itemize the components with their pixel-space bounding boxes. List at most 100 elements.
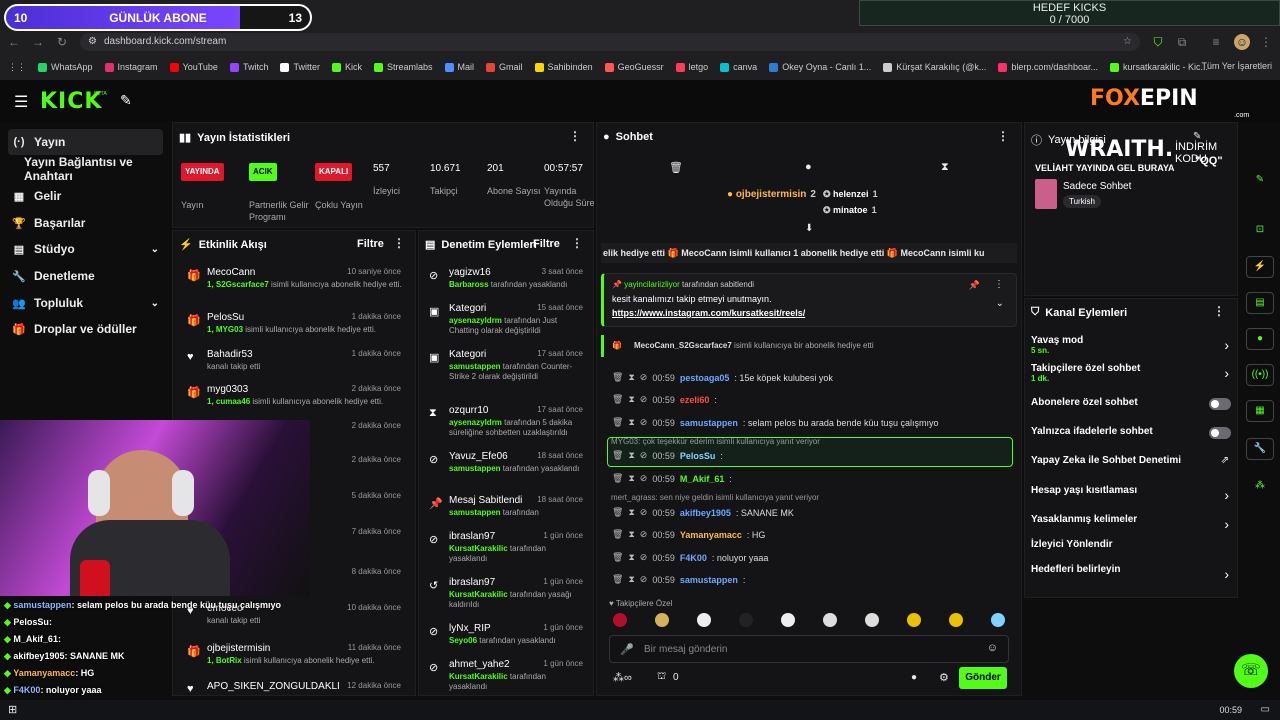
moderation-filter-button[interactable]: Filtre	[533, 238, 560, 250]
chevron-right-icon[interactable]: ›	[1224, 337, 1229, 353]
chat-username[interactable]: ezeli60	[680, 395, 710, 405]
emote-icon[interactable]	[991, 613, 1005, 627]
chevron-down-icon[interactable]: ⬇	[805, 223, 813, 234]
edit-icon[interactable]: ✎	[1246, 170, 1274, 192]
emote-icon[interactable]	[739, 613, 753, 627]
site-info-icon[interactable]: ⚙	[88, 33, 97, 51]
sidebar-item-stream-key[interactable]: Yayın Bağlantısı ve Anahtarı	[8, 155, 163, 183]
channel-actions-more-icon[interactable]: ⋮	[1213, 304, 1225, 318]
language-tag[interactable]: Turkish	[1063, 195, 1101, 208]
chevron-down-icon[interactable]: ⌄	[151, 244, 159, 255]
bookmark-item[interactable]: Kürşat Karakılıç (@k...	[883, 62, 986, 72]
share-icon[interactable]: ⁂	[1246, 476, 1274, 498]
chevron-right-icon[interactable]: ›	[1224, 365, 1229, 381]
chevron-down-icon[interactable]: ⌄	[151, 298, 159, 309]
reload-icon[interactable]: ↻	[54, 34, 70, 50]
chat-username[interactable]: samustappen	[680, 575, 738, 585]
sidebar-item-studio[interactable]: ▤ Stüdyo ⌄	[8, 236, 163, 262]
channel-action-item[interactable]: Takipçilere özel sohbet 1 dk. ›	[1031, 363, 1231, 387]
hamburger-menu-icon[interactable]: ☰	[14, 92, 28, 112]
chat-username[interactable]: PelosSu	[680, 451, 716, 461]
sidebar-item-drops[interactable]: 🎁 Droplar ve ödüller	[8, 316, 163, 342]
bookmark-item[interactable]: Mail	[444, 62, 474, 72]
chat-message[interactable]: 🗑 ⧗ ⊘ 00:59 samustappen:	[612, 574, 745, 585]
back-icon[interactable]: ←	[6, 34, 22, 50]
screenshot-icon[interactable]: ⊡	[1246, 220, 1274, 242]
chat-message[interactable]: 🗑 ⧗ ⊘ 00:59 samustappen: selam pelos bu arad…	[612, 417, 939, 428]
delete-msg-icon[interactable]: 🗑	[612, 574, 623, 585]
chevron-right-icon[interactable]: ›	[1224, 566, 1229, 582]
mic-icon[interactable]: 🎤	[620, 643, 634, 656]
chat-username[interactable]: Yamanyamacc	[680, 530, 742, 540]
chat-settings-bubble-icon[interactable]: ●	[911, 672, 917, 683]
chat-username[interactable]: samustappen	[680, 418, 738, 428]
chat-message[interactable]: 🗑 ⧗ ⊘ 00:59 PelosSu:	[612, 450, 723, 461]
bookmark-item[interactable]: GeoGuessr	[604, 62, 664, 72]
timeout-icon[interactable]: ⧗	[628, 394, 634, 405]
bookmark-item[interactable]: kursatkarakilic - Kic...	[1109, 62, 1208, 72]
ban-icon[interactable]: ⊘	[640, 394, 648, 405]
delete-msg-icon[interactable]: 🗑	[612, 394, 623, 405]
bookmark-item[interactable]: Streamlabs	[373, 62, 433, 72]
forward-icon[interactable]: →	[30, 34, 46, 50]
delete-msg-icon[interactable]: 🗑	[612, 372, 623, 383]
bookmark-item[interactable]: Sahibinden	[534, 62, 593, 72]
send-button[interactable]: Gönder	[959, 667, 1007, 689]
emote-icon[interactable]	[655, 613, 669, 627]
bookmark-item[interactable]: YouTube	[169, 62, 218, 72]
ban-icon[interactable]: ⊘	[640, 507, 648, 518]
emote-icon[interactable]	[949, 613, 963, 627]
chat-message[interactable]: 🗑 ⧗ ⊘ 00:59 akifbey1905: SANANE MK	[612, 507, 794, 518]
ban-icon[interactable]: ⊘	[640, 529, 648, 540]
emote-icon[interactable]	[697, 613, 711, 627]
trash-icon[interactable]: 🗑	[669, 161, 683, 174]
activity-more-icon[interactable]: ⋮	[393, 236, 405, 250]
sidebar-item-stream[interactable]: (·) Yayın	[8, 129, 163, 155]
chat-username[interactable]: M_Akif_61	[680, 474, 725, 484]
top-gifter[interactable]: ✪ helenzei 1	[823, 189, 878, 200]
channel-action-item[interactable]: Yasaklanmış kelimeler ›	[1031, 514, 1231, 538]
lightning-icon[interactable]: ⚡	[1246, 256, 1274, 278]
pin-icon[interactable]: ✎	[120, 92, 132, 109]
bookmark-item[interactable]: Twitch	[229, 62, 268, 72]
activity-filter-button[interactable]: Filtre	[357, 238, 384, 250]
kicks-icon[interactable]: ⛫	[657, 671, 666, 684]
notes-icon[interactable]: ▤	[1246, 292, 1274, 314]
toggle-switch[interactable]	[1209, 398, 1231, 410]
timeout-icon[interactable]: ⧗	[628, 574, 634, 585]
channel-action-item[interactable]: Hesap yaşı kısıtlaması ›	[1031, 485, 1231, 509]
chat-message[interactable]: 🗑 ⧗ ⊘ 00:59 Yamanyamacc: HG	[612, 529, 765, 540]
infinity-icon[interactable]: ⁂∞	[613, 671, 632, 684]
extensions-icon[interactable]: ⧉	[1174, 34, 1190, 50]
chat-username[interactable]: pestoaga05	[680, 373, 730, 383]
emote-icon[interactable]	[823, 613, 837, 627]
channel-action-item[interactable]: Yapay Zeka ile Sohbet Denetimi ⇗	[1031, 455, 1231, 479]
bookmark-item[interactable]: WhatsApp	[38, 62, 93, 72]
apps-icon[interactable]: ⋮⋮	[8, 62, 26, 73]
bookmark-item[interactable]: Kick	[331, 62, 362, 72]
timeout-icon[interactable]: ⧗	[628, 552, 634, 563]
sidebar-item-moderation[interactable]: 🔧 Denetleme	[8, 263, 163, 289]
pinned-by-user[interactable]: yayincilariizliyor	[624, 280, 680, 289]
channel-action-item[interactable]: Yalnızca ifadelerle sohbet	[1031, 426, 1231, 450]
gear-icon[interactable]: ⚙	[939, 671, 949, 684]
bookmark-item[interactable]: Gmail	[486, 62, 523, 72]
address-bar[interactable]: ⚙ dashboard.kick.com/stream ☆	[80, 33, 1140, 51]
sidebar-item-revenue[interactable]: ▦ Gelir	[8, 183, 163, 209]
bookmark-item[interactable]: blerp.com/dashboar...	[998, 62, 1098, 72]
emote-icon[interactable]	[613, 613, 627, 627]
bookmark-item[interactable]: Instagram	[104, 62, 158, 72]
emote-icon[interactable]	[781, 613, 795, 627]
chat-icon[interactable]: ●	[1246, 328, 1274, 350]
bookmark-star-icon[interactable]: ☆	[1123, 33, 1132, 51]
notification-icon[interactable]: ▭	[1261, 704, 1270, 715]
emote-icon[interactable]	[907, 613, 921, 627]
chat-username[interactable]: akifbey1905	[680, 508, 731, 518]
top-gifter[interactable]: ✪ minatoe 1	[823, 205, 877, 216]
layout-icon[interactable]: ▦	[1246, 400, 1274, 422]
browser-menu-icon[interactable]: ⋮	[1258, 34, 1274, 50]
pinned-more-icon[interactable]: ⋮	[994, 279, 1004, 290]
timeout-icon[interactable]: ⧗	[628, 417, 634, 428]
bookmark-item[interactable]: Twitter	[280, 62, 320, 72]
channel-action-item[interactable]: Abonelere özel sohbet	[1031, 397, 1231, 421]
